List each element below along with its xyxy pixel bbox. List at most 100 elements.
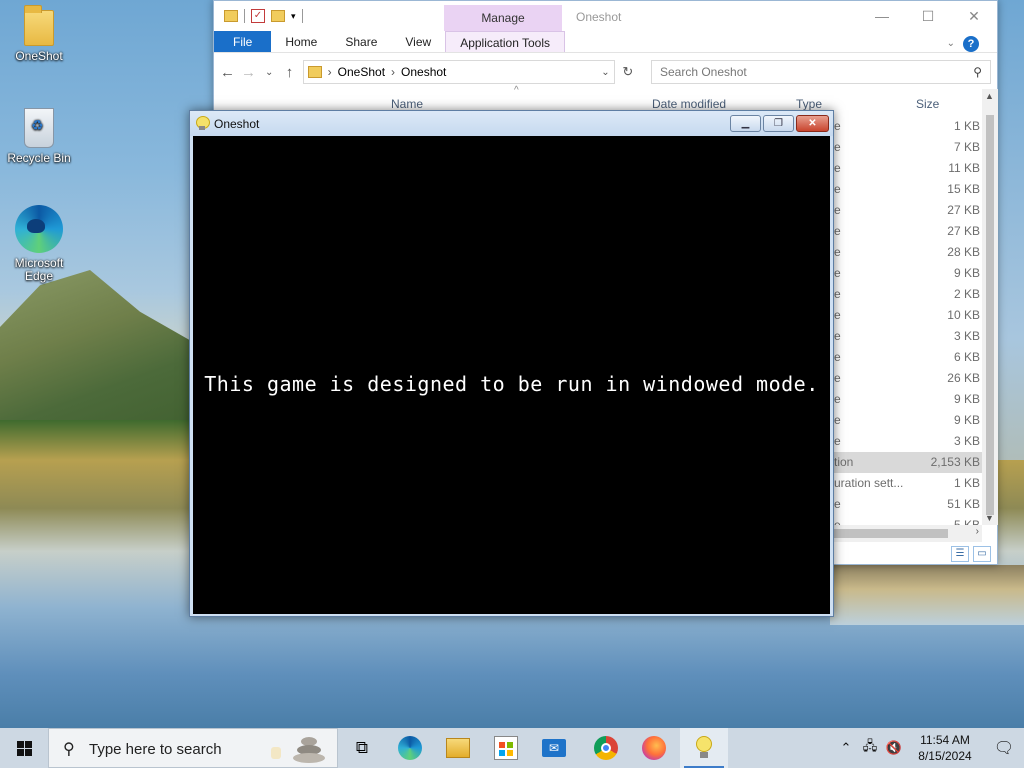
file-size-cell: 1 KB bbox=[953, 476, 980, 490]
new-folder-icon[interactable] bbox=[271, 10, 285, 22]
help-icon[interactable]: ? bbox=[963, 36, 979, 52]
address-bar[interactable]: › OneShot › Oneshot ⌄ bbox=[302, 60, 615, 84]
file-row[interactable]: tion 2,153 KB bbox=[834, 452, 984, 473]
file-row[interactable]: e 26 KB bbox=[834, 368, 984, 389]
chevron-up-icon[interactable]: ⌃ bbox=[837, 740, 855, 756]
close-button[interactable]: ✕ bbox=[951, 1, 997, 31]
tab-share[interactable]: Share bbox=[331, 31, 391, 52]
tab-view[interactable]: View bbox=[391, 31, 445, 52]
file-row[interactable]: e 9 KB bbox=[834, 389, 984, 410]
ribbon-right-controls: ⌄ ? bbox=[933, 33, 993, 55]
clock-date: 8/15/2024 bbox=[918, 749, 972, 763]
taskbar-store[interactable] bbox=[482, 728, 530, 768]
game-titlebar[interactable]: Oneshot ▁ ❐ ✕ bbox=[190, 111, 833, 136]
breadcrumb-item[interactable]: Oneshot bbox=[401, 65, 446, 79]
file-size-cell: 27 KB bbox=[947, 203, 980, 217]
search-icon: ⚲ bbox=[973, 65, 982, 79]
file-type-cell: e bbox=[834, 224, 841, 238]
file-row[interactable]: e 7 KB bbox=[834, 137, 984, 158]
notification-icon[interactable]: 🗨 bbox=[984, 738, 1024, 758]
maximize-button[interactable]: ☐ bbox=[905, 1, 951, 31]
game-canvas[interactable]: This game is designed to be run in windo… bbox=[193, 136, 830, 614]
file-row[interactable]: e 9 KB bbox=[834, 410, 984, 431]
minimize-button[interactable]: ▁ bbox=[730, 115, 761, 132]
file-row[interactable]: e 3 KB bbox=[834, 431, 984, 452]
horizontal-scrollbar[interactable]: › bbox=[834, 525, 982, 542]
file-row[interactable]: e 27 KB bbox=[834, 200, 984, 221]
tab-home[interactable]: Home bbox=[271, 31, 331, 52]
recycle-bin-icon: ♻ bbox=[24, 108, 54, 148]
taskbar-edge[interactable] bbox=[386, 728, 434, 768]
column-date-modified[interactable]: Date modified bbox=[652, 97, 726, 111]
column-type[interactable]: Type bbox=[796, 97, 822, 111]
recent-locations-icon[interactable]: ⌄ bbox=[262, 67, 276, 78]
large-icons-view-icon[interactable]: ▭ bbox=[973, 546, 991, 562]
file-row[interactable]: e 51 KB bbox=[834, 494, 984, 515]
desktop-icon-oneshot[interactable]: OneShot bbox=[1, 5, 77, 63]
file-row[interactable]: e 28 KB bbox=[834, 242, 984, 263]
scroll-up-icon[interactable]: ▲ bbox=[985, 91, 994, 101]
file-row[interactable]: e 6 KB bbox=[834, 347, 984, 368]
file-row[interactable]: e 9 KB bbox=[834, 263, 984, 284]
restore-button[interactable]: ❐ bbox=[763, 115, 794, 132]
system-tray: ⌃ 🖧 🔇 11:54 AM 8/15/2024 🗨 bbox=[834, 728, 1024, 768]
properties-icon[interactable]: ✓ bbox=[251, 9, 265, 23]
scroll-down-icon[interactable]: ▼ bbox=[985, 513, 994, 523]
breadcrumb-item[interactable]: OneShot bbox=[338, 65, 385, 79]
file-row[interactable]: e 10 KB bbox=[834, 305, 984, 326]
address-dropdown-icon[interactable]: ⌄ bbox=[601, 67, 609, 78]
taskbar-search-box[interactable]: ⚲ Type here to search bbox=[48, 728, 338, 768]
taskbar: ⚲ Type here to search ⧉ ✉ ⌃ 🖧 🔇 11:54 AM… bbox=[0, 728, 1024, 768]
file-size-cell: 3 KB bbox=[953, 434, 980, 448]
explorer-titlebar: ✓ ▾ Manage Oneshot — ☐ ✕ bbox=[214, 1, 997, 31]
volume-muted-icon[interactable]: 🔇 bbox=[885, 740, 903, 756]
refresh-icon[interactable]: ↻ bbox=[621, 64, 635, 80]
taskbar-clock[interactable]: 11:54 AM 8/15/2024 bbox=[906, 732, 984, 764]
column-size[interactable]: Size bbox=[916, 97, 939, 111]
game-window: Oneshot ▁ ❐ ✕ This game is designed to b… bbox=[189, 110, 834, 617]
back-button[interactable]: ← bbox=[220, 64, 235, 81]
file-row[interactable]: e 2 KB bbox=[834, 284, 984, 305]
forward-button[interactable]: → bbox=[241, 64, 256, 81]
scrollbar-thumb[interactable] bbox=[986, 115, 994, 515]
file-type-cell: tion bbox=[834, 455, 854, 469]
customize-toolbar-icon[interactable]: ▾ bbox=[291, 11, 296, 22]
tab-application-tools[interactable]: Application Tools bbox=[445, 31, 566, 52]
file-row[interactable]: e 27 KB bbox=[834, 221, 984, 242]
search-icon: ⚲ bbox=[63, 741, 75, 758]
file-type-cell: e bbox=[834, 434, 841, 448]
file-row[interactable]: e 15 KB bbox=[834, 179, 984, 200]
folder-icon[interactable] bbox=[224, 10, 238, 22]
taskbar-mail[interactable]: ✉ bbox=[530, 728, 578, 768]
desktop-icon-label: OneShot bbox=[15, 49, 63, 63]
task-view-button[interactable]: ⧉ bbox=[338, 728, 386, 768]
taskbar-chrome[interactable] bbox=[582, 728, 630, 768]
file-row[interactable]: e 11 KB bbox=[834, 158, 984, 179]
column-name[interactable]: Name bbox=[391, 97, 423, 111]
expand-ribbon-icon[interactable]: ⌄ bbox=[947, 33, 955, 55]
taskbar-file-explorer[interactable] bbox=[434, 728, 482, 768]
details-view-icon[interactable]: ☰ bbox=[951, 546, 969, 562]
file-row[interactable]: uration sett... 1 KB bbox=[834, 473, 984, 494]
start-button[interactable] bbox=[0, 728, 48, 768]
game-window-controls: ▁ ❐ ✕ bbox=[730, 115, 829, 132]
vertical-scrollbar[interactable]: ▲ ▼ bbox=[982, 89, 998, 525]
desktop-icon-recycle-bin[interactable]: ♻ Recycle Bin bbox=[1, 108, 77, 165]
manage-contextual-tab[interactable]: Manage bbox=[444, 5, 562, 31]
scrollbar-thumb[interactable] bbox=[834, 529, 948, 538]
minimize-button[interactable]: — bbox=[859, 1, 905, 31]
file-size-cell: 1 KB bbox=[953, 119, 980, 133]
close-button[interactable]: ✕ bbox=[796, 115, 829, 132]
scroll-right-icon[interactable]: › bbox=[976, 526, 979, 537]
desktop-icon-edge[interactable]: Microsoft Edge bbox=[1, 205, 77, 283]
search-input[interactable]: Search Oneshot ⚲ bbox=[650, 60, 991, 84]
file-size-cell: 51 KB bbox=[947, 497, 980, 511]
tab-file[interactable]: File bbox=[214, 31, 272, 52]
file-row[interactable]: e 3 KB bbox=[834, 326, 984, 347]
up-button[interactable]: ↑ bbox=[282, 64, 296, 81]
file-size-cell: 2,153 KB bbox=[930, 455, 980, 469]
file-row[interactable]: e 1 KB bbox=[834, 116, 984, 137]
taskbar-firefox[interactable] bbox=[630, 728, 678, 768]
network-icon[interactable]: 🖧 bbox=[861, 737, 879, 759]
taskbar-oneshot[interactable] bbox=[680, 728, 728, 768]
